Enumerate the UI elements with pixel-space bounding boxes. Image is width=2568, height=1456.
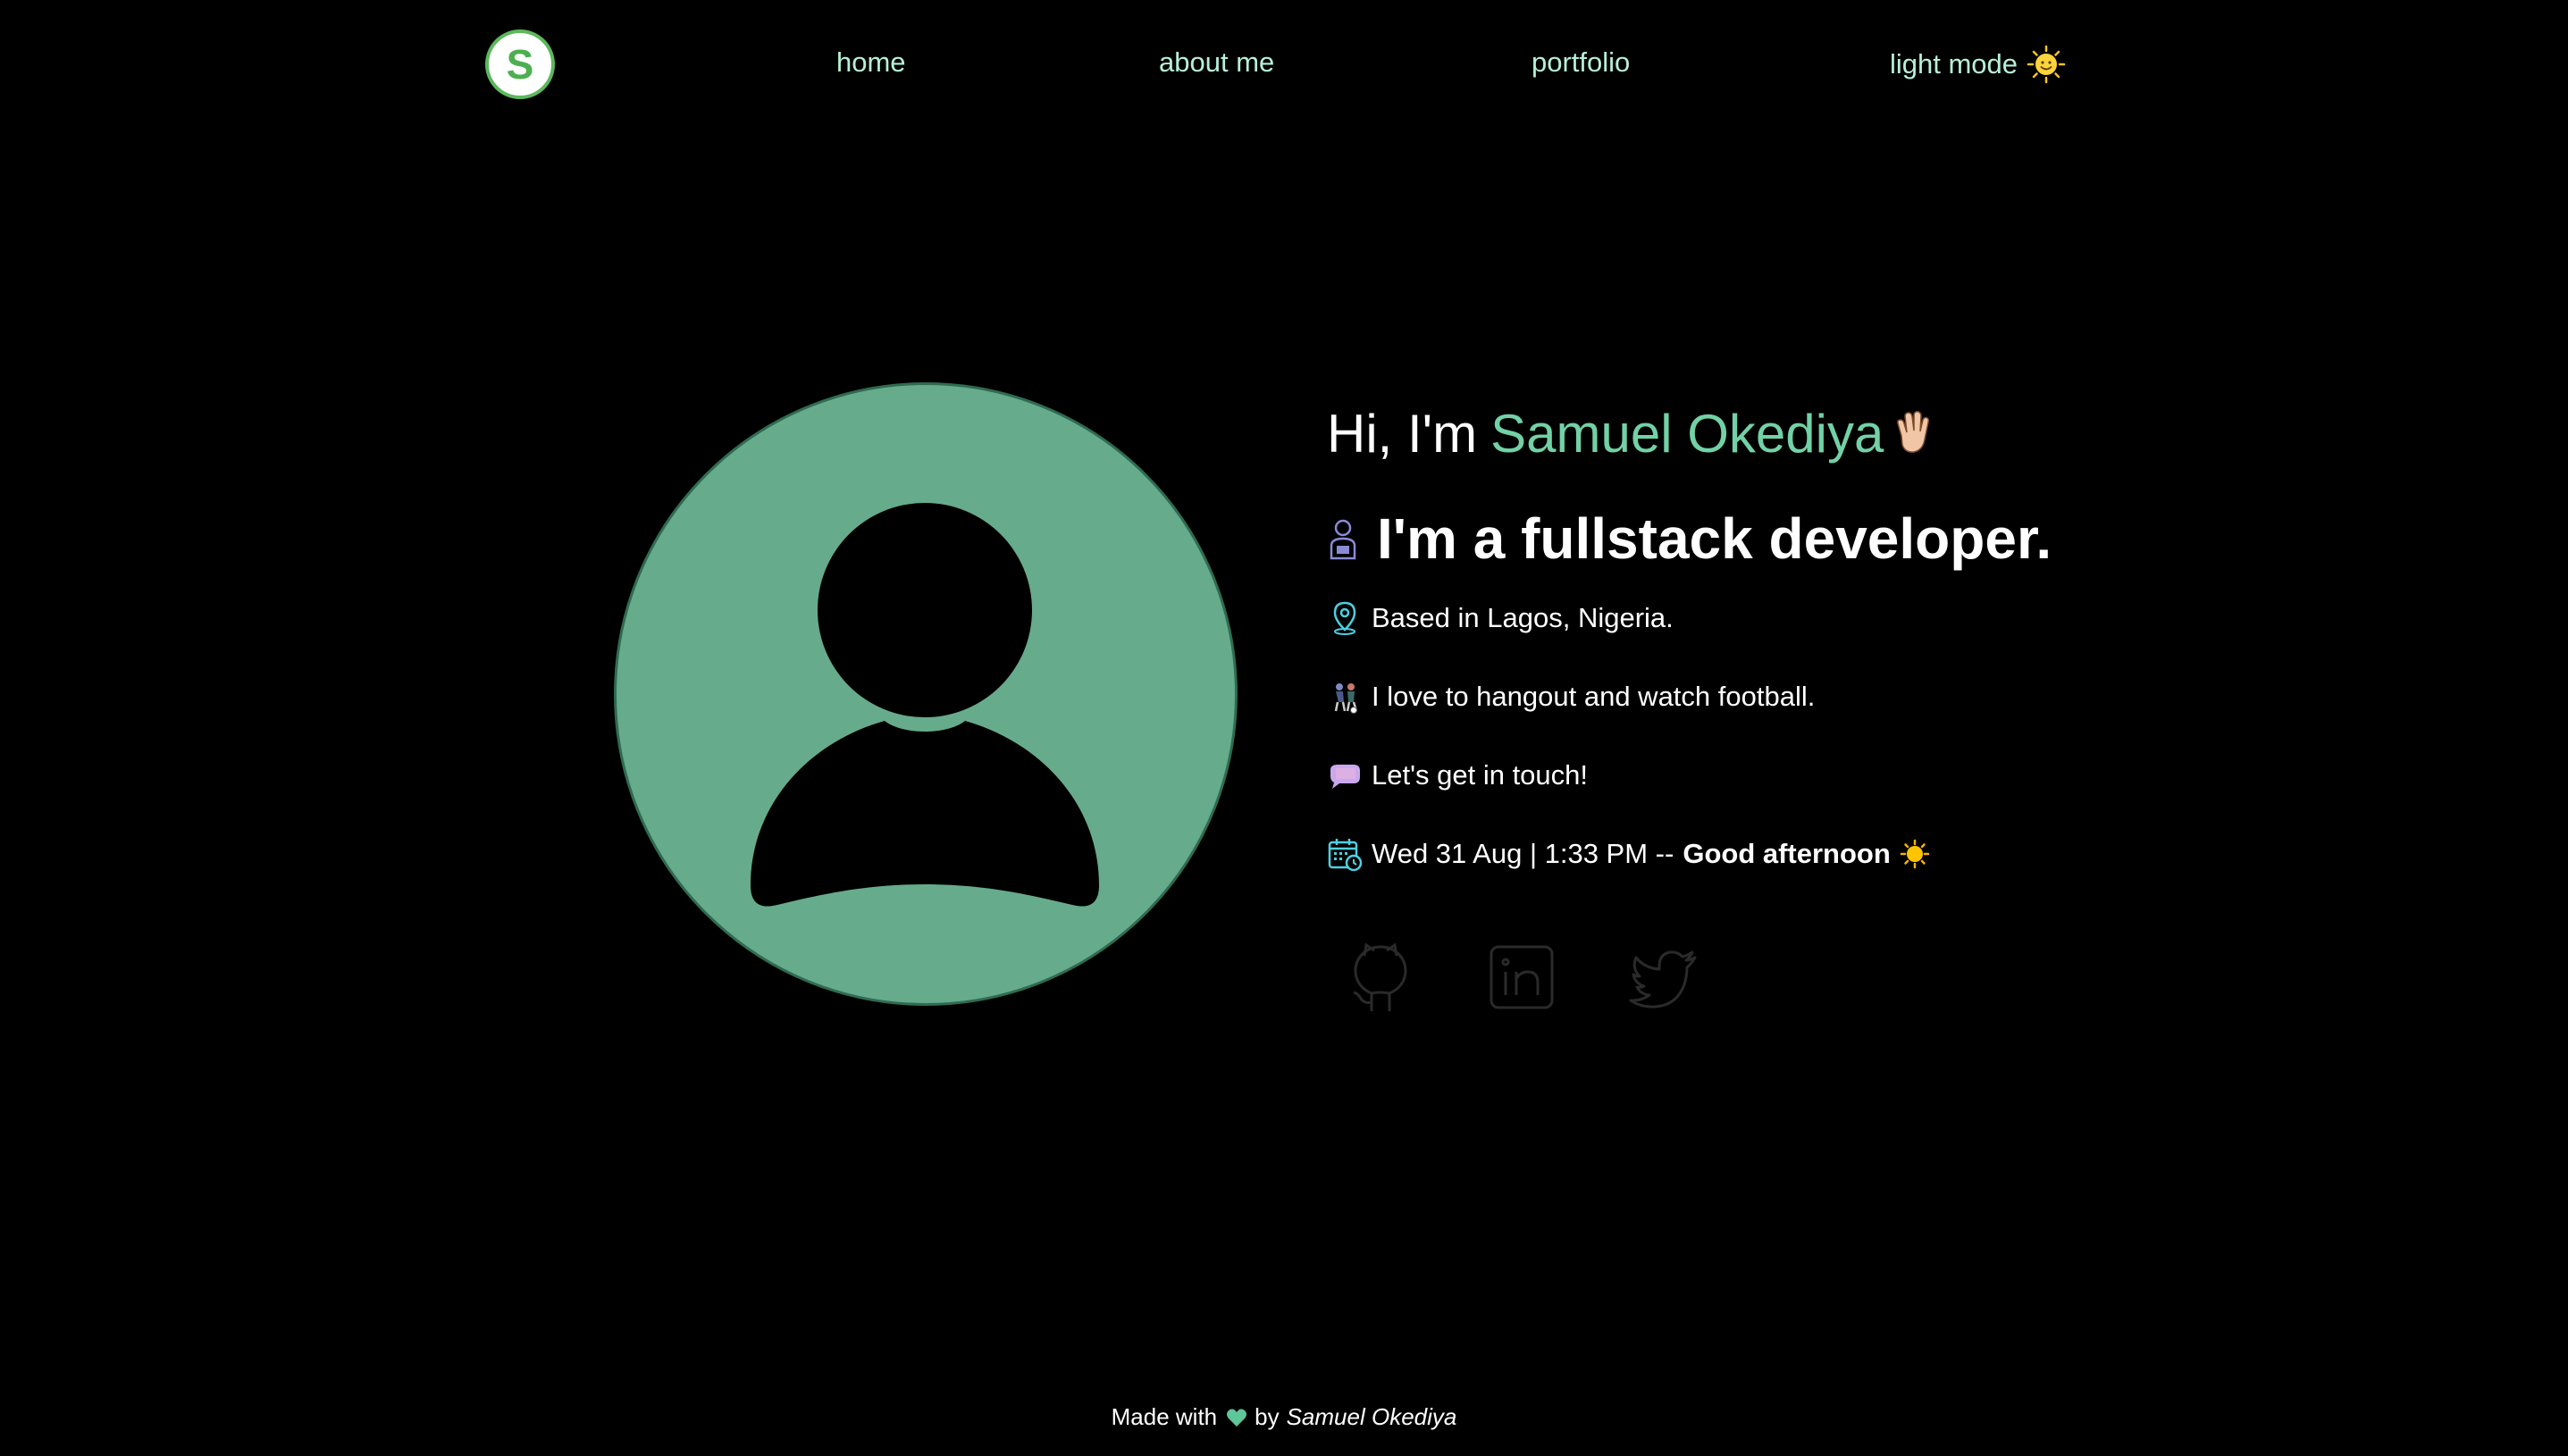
waving-hand-icon	[1897, 411, 1930, 453]
nav-portfolio-link[interactable]: portfolio	[1532, 46, 1630, 79]
avatar	[614, 382, 1238, 1006]
contact-line: Let's get in touch!	[1327, 754, 2131, 797]
logo-letter: S	[506, 41, 534, 88]
datetime-line: Wed 31 Aug | 1:33 PM -- Good afternoon	[1327, 833, 2131, 875]
github-link[interactable]	[1345, 938, 1416, 1015]
location-line: Based in Lagos, Nigeria.	[1327, 597, 2131, 640]
social-links	[1345, 938, 1699, 1015]
hobbies-text: I love to hangout and watch football.	[1372, 681, 1816, 712]
greeting-heading: Hi, I'm Samuel Okediya	[1327, 393, 2131, 473]
hobbies-line: I love to hangout and watch football.	[1327, 675, 2131, 718]
developer-icon	[1330, 519, 1356, 560]
nav-home-link[interactable]: home	[836, 46, 906, 79]
linkedin-icon	[1490, 945, 1554, 1009]
footer-by: by	[1255, 1403, 1280, 1430]
nav-about-link[interactable]: about me	[1159, 46, 1274, 79]
role-heading: I'm a fullstack developer.	[1327, 498, 2131, 579]
sun-face-icon	[2027, 45, 2066, 84]
footer-made-with: Made with	[1111, 1403, 1218, 1430]
linkedin-link[interactable]	[1486, 938, 1557, 1015]
role-text: I'm a fullstack developer.	[1377, 506, 2052, 571]
time-greeting-text: Good afternoon	[1683, 838, 1891, 869]
theme-toggle-label: light mode	[1890, 48, 2018, 79]
name-text: Samuel Okediya	[1490, 403, 1884, 464]
greeting-text: Hi, I'm	[1327, 403, 1478, 464]
datetime-text: Wed 31 Aug | 1:33 PM --	[1372, 838, 1674, 869]
footer: Made with by Samuel Okediya	[0, 1403, 2568, 1431]
speech-bubble-icon	[1330, 765, 1360, 789]
sun-icon	[1900, 839, 1930, 869]
twitter-icon	[1629, 950, 1697, 1008]
contact-text: Let's get in touch!	[1372, 759, 1589, 791]
footer-author: Samuel Okediya	[1286, 1403, 1457, 1430]
user-silhouette-icon	[751, 497, 1099, 907]
twitter-link[interactable]	[1627, 938, 1699, 1015]
intro-section: Hi, I'm Samuel Okediya I'm a fullstack d…	[1327, 393, 2131, 875]
location-text: Based in Lagos, Nigeria.	[1372, 602, 1674, 633]
calendar-icon	[1328, 839, 1363, 872]
football-players-icon	[1334, 683, 1358, 714]
theme-toggle[interactable]: light mode	[1890, 45, 2066, 84]
location-pin-icon	[1333, 601, 1356, 635]
page: S home about me portfolio light mode Hi,…	[0, 0, 2568, 1456]
logo-button[interactable]: S	[485, 29, 555, 99]
github-icon	[1353, 942, 1407, 1011]
heart-icon	[1227, 1408, 1247, 1427]
